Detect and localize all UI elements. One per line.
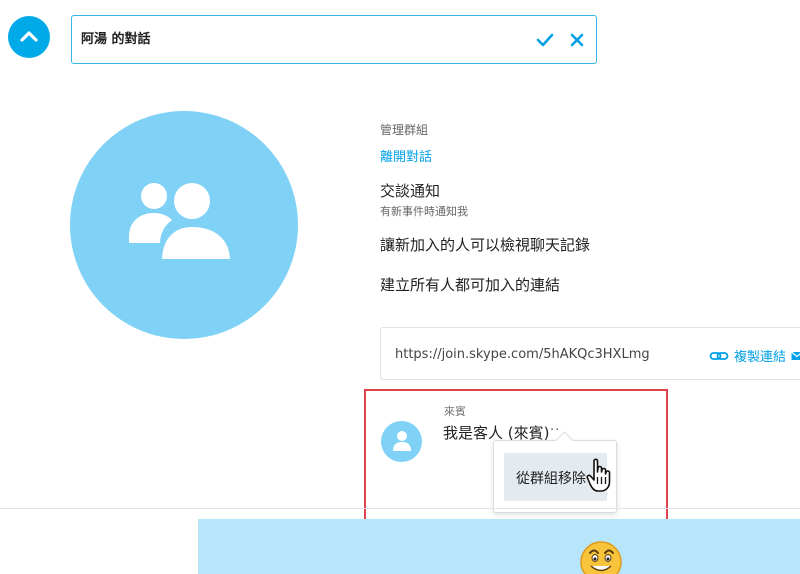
- conversation-title-input[interactable]: [81, 30, 521, 45]
- notifications-setting[interactable]: 交談通知: [380, 180, 440, 201]
- share-history-setting[interactable]: 讓新加入的人可以檢視聊天記錄: [380, 234, 590, 255]
- copy-link-label: 複製連結: [734, 350, 787, 365]
- leave-conversation-link[interactable]: 離開對話: [380, 146, 432, 165]
- mail-icon: [791, 351, 800, 360]
- group-icon: [129, 179, 235, 263]
- bottom-panel: [198, 519, 800, 574]
- smiley-emoji-icon: [580, 541, 622, 574]
- chevron-up-icon: [20, 31, 38, 42]
- group-avatar[interactable]: [70, 111, 298, 339]
- manage-group-heading: 管理群組: [380, 123, 429, 137]
- copy-link-button[interactable]: 複製連結: [709, 346, 800, 365]
- close-icon: [570, 33, 584, 47]
- collapse-button[interactable]: [8, 16, 50, 58]
- highlight-annotation: [364, 389, 668, 524]
- join-link-setting[interactable]: 建立所有人都可加入的連結: [380, 274, 560, 295]
- confirm-button[interactable]: [535, 30, 555, 50]
- check-icon: [536, 33, 554, 47]
- conversation-title-field[interactable]: [71, 15, 597, 64]
- join-link-box: https://join.skype.com/5hAKQc3HXLmg 複製連結: [380, 327, 800, 380]
- cancel-button[interactable]: [567, 30, 587, 50]
- notifications-description: 有新事件時通知我: [380, 205, 468, 218]
- footer-divider: [0, 508, 800, 509]
- link-icon: [709, 351, 729, 360]
- join-link-url[interactable]: https://join.skype.com/5hAKQc3HXLmg: [395, 347, 650, 362]
